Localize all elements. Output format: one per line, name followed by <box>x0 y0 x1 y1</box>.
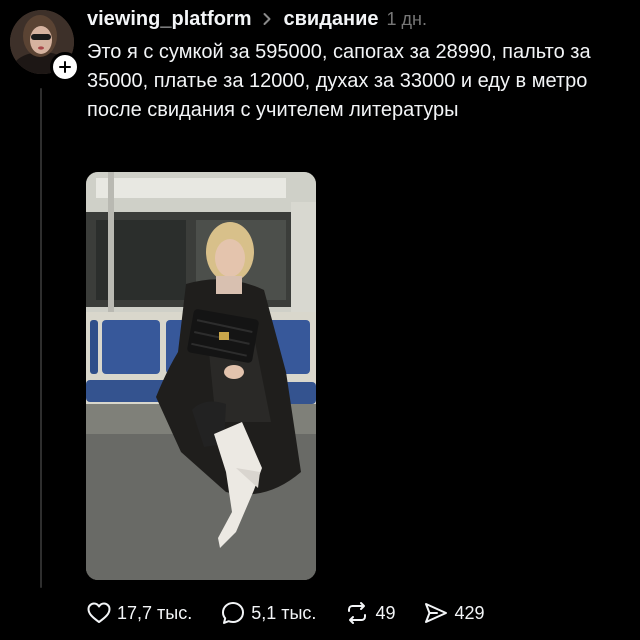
comment-button[interactable]: 5,1 тыс. <box>220 600 316 626</box>
speech-bubble-icon <box>222 602 245 624</box>
send-icon <box>425 603 448 623</box>
heart-icon <box>87 602 111 623</box>
thread-post: viewing_platform свидание 1 дн. Это я с … <box>0 0 640 640</box>
thread-line <box>40 88 42 588</box>
post-actions: 17,7 тыс. 5,1 тыс. 49 429 <box>86 598 513 628</box>
like-button[interactable]: 17,7 тыс. <box>86 600 192 626</box>
plus-icon <box>59 61 71 73</box>
like-count: 17,7 тыс. <box>117 602 193 623</box>
post-time: 1 дн. <box>386 8 427 29</box>
chevron-right-icon <box>260 12 274 26</box>
username[interactable]: viewing_platform <box>87 8 251 31</box>
post-text: Это я с сумкой за 595000, сапогах за 289… <box>87 41 591 121</box>
repost-icon <box>348 602 367 624</box>
share-button[interactable]: 429 <box>423 600 485 626</box>
share-count: 429 <box>454 602 485 623</box>
topic-tag[interactable]: свидание <box>283 8 378 31</box>
post-header: viewing_platform свидание 1 дн. <box>87 5 427 33</box>
post-image[interactable] <box>86 172 316 580</box>
metro-photo <box>86 172 316 580</box>
repost-count: 49 <box>375 602 396 623</box>
comment-count: 5,1 тыс. <box>251 602 317 623</box>
repost-button[interactable]: 49 <box>344 600 395 626</box>
follow-button[interactable] <box>50 52 80 82</box>
